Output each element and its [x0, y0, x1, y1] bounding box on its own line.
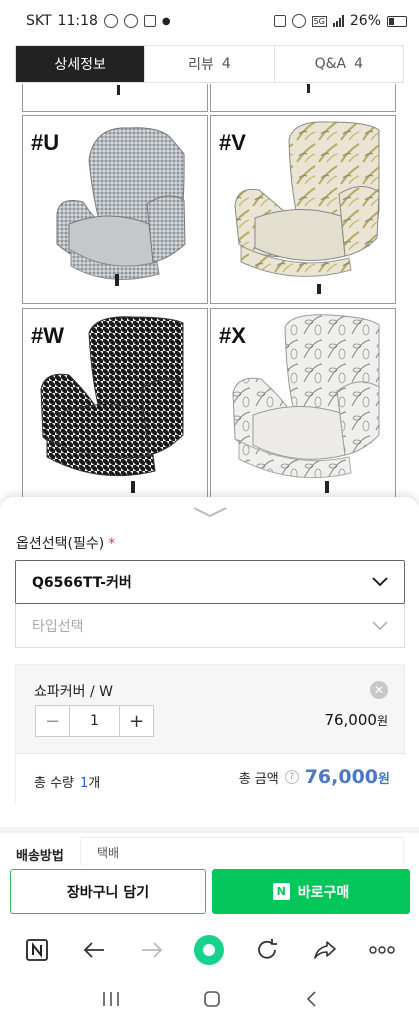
back-button-icon[interactable]	[305, 990, 317, 1011]
type-select-placeholder: 타입선택	[32, 618, 84, 635]
decrease-quantity-button[interactable]: −	[36, 706, 69, 736]
quantity-stepper: − 1 +	[35, 705, 154, 737]
nfc-icon	[273, 15, 286, 27]
naver-n-icon: N	[272, 883, 290, 900]
tab-details[interactable]: 상세정보	[16, 46, 145, 82]
tab-count: 4	[354, 56, 364, 72]
purchase-action-bar: 장바구니 담기 N 바로구매	[0, 865, 419, 923]
gallery-cell-x[interactable]: #X	[210, 308, 396, 504]
currency-unit: 원	[378, 772, 390, 787]
option-select-product[interactable]: Q6566TT-커버	[15, 560, 405, 604]
browser-toolbar	[0, 923, 419, 977]
refresh-icon[interactable]	[247, 930, 287, 970]
shipping-method-field[interactable]: 택배	[80, 837, 404, 867]
selected-item-name: 쇼파커버 / W	[34, 684, 113, 700]
chair-image-x	[232, 314, 380, 493]
chevron-down-icon	[372, 620, 388, 630]
chevron-down-icon	[372, 577, 388, 587]
total-quantity-label: 총 수량	[34, 776, 75, 791]
system-nav-bar	[0, 977, 419, 1024]
tab-label: 리뷰	[188, 57, 214, 73]
home-button-icon[interactable]	[203, 990, 221, 1012]
chair-image-u	[56, 127, 186, 286]
detail-tabs: 상세정보 리뷰 4 Q&A 4	[15, 45, 404, 83]
increase-quantity-button[interactable]: +	[120, 706, 153, 736]
total-amount: 총 금액 ? 76,000원	[239, 766, 390, 788]
currency-unit: 원	[376, 714, 388, 728]
add-to-cart-label: 장바구니 담기	[66, 884, 150, 901]
network-type: 5G	[311, 15, 327, 27]
more-notifications-dot: ●	[161, 15, 171, 27]
home-icon[interactable]	[189, 930, 229, 970]
chair-image-v	[234, 121, 380, 294]
tab-label: 상세정보	[54, 57, 106, 73]
shipping-row: 배송방법 택배	[0, 827, 419, 867]
recent-apps-icon[interactable]	[102, 991, 120, 1011]
total-quantity-unit: 개	[88, 776, 101, 791]
total-row: 총 수량 1개 총 금액 ? 76,000원	[16, 753, 406, 805]
signal-icon	[332, 15, 344, 27]
tab-count: 4	[221, 56, 231, 72]
selected-option-value: Q6566TT-커버	[32, 575, 132, 591]
share-icon[interactable]	[305, 930, 345, 970]
product-image-gallery: #U #V #W #X	[22, 84, 398, 504]
tab-label: Q&A	[314, 56, 347, 72]
alarm-icon	[291, 14, 306, 28]
selected-item-box: 쇼파커버 / W ✕ − 1 + 76,000원 총 수량 1개 총 금액 ? 7…	[15, 664, 406, 805]
help-icon[interactable]: ?	[284, 770, 299, 784]
notification-icon	[103, 14, 118, 28]
item-price-value: 76,000	[324, 711, 377, 729]
tab-qna[interactable]: Q&A 4	[273, 46, 403, 82]
item-price: 76,000원	[324, 711, 388, 729]
gallery-cell-v[interactable]: #V	[210, 115, 396, 304]
naver-n-icon[interactable]	[17, 930, 57, 970]
total-amount-value-wrap: 76,000원	[305, 766, 390, 788]
forward-arrow-icon[interactable]	[132, 930, 172, 970]
chair-image-w	[40, 316, 184, 493]
tab-reviews[interactable]: 리뷰 4	[144, 46, 274, 82]
close-icon[interactable]: ✕	[370, 681, 388, 699]
collapse-handle-icon[interactable]	[190, 505, 230, 519]
gallery-cell-partial	[210, 84, 396, 112]
buy-now-button[interactable]: N 바로구매	[212, 869, 410, 914]
gallery-cell-partial	[22, 84, 208, 112]
battery-icon	[387, 15, 407, 27]
quantity-value[interactable]: 1	[69, 706, 120, 736]
back-arrow-icon[interactable]	[74, 930, 114, 970]
option-title: 옵션선택(필수) *	[16, 533, 115, 553]
required-mark: *	[108, 536, 116, 552]
option-title-text: 옵션선택(필수)	[16, 536, 105, 552]
more-icon[interactable]	[362, 930, 402, 970]
clock: 11:18	[57, 13, 98, 29]
total-amount-label: 총 금액	[238, 771, 279, 787]
notification-icon	[123, 14, 138, 28]
app-notification-icon	[143, 15, 156, 27]
buy-now-label: 바로구매	[297, 884, 350, 901]
total-amount-value: 76,000	[304, 766, 379, 788]
status-bar: SKT 11:18 ● 5G 26%	[0, 0, 419, 42]
battery-percent: 26%	[349, 13, 381, 29]
carrier-label: SKT	[26, 13, 52, 29]
add-to-cart-button[interactable]: 장바구니 담기	[10, 869, 206, 914]
gallery-cell-u[interactable]: #U	[22, 115, 208, 304]
shipping-label: 배송방법	[16, 849, 64, 864]
option-select-type[interactable]: 타입선택	[15, 604, 405, 648]
total-quantity: 총 수량 1개	[34, 772, 100, 791]
option-sheet: 옵션선택(필수) * Q6566TT-커버 타입선택 쇼파커버 / W ✕ − 1…	[0, 497, 419, 867]
gallery-cell-w[interactable]: #W	[22, 308, 208, 504]
